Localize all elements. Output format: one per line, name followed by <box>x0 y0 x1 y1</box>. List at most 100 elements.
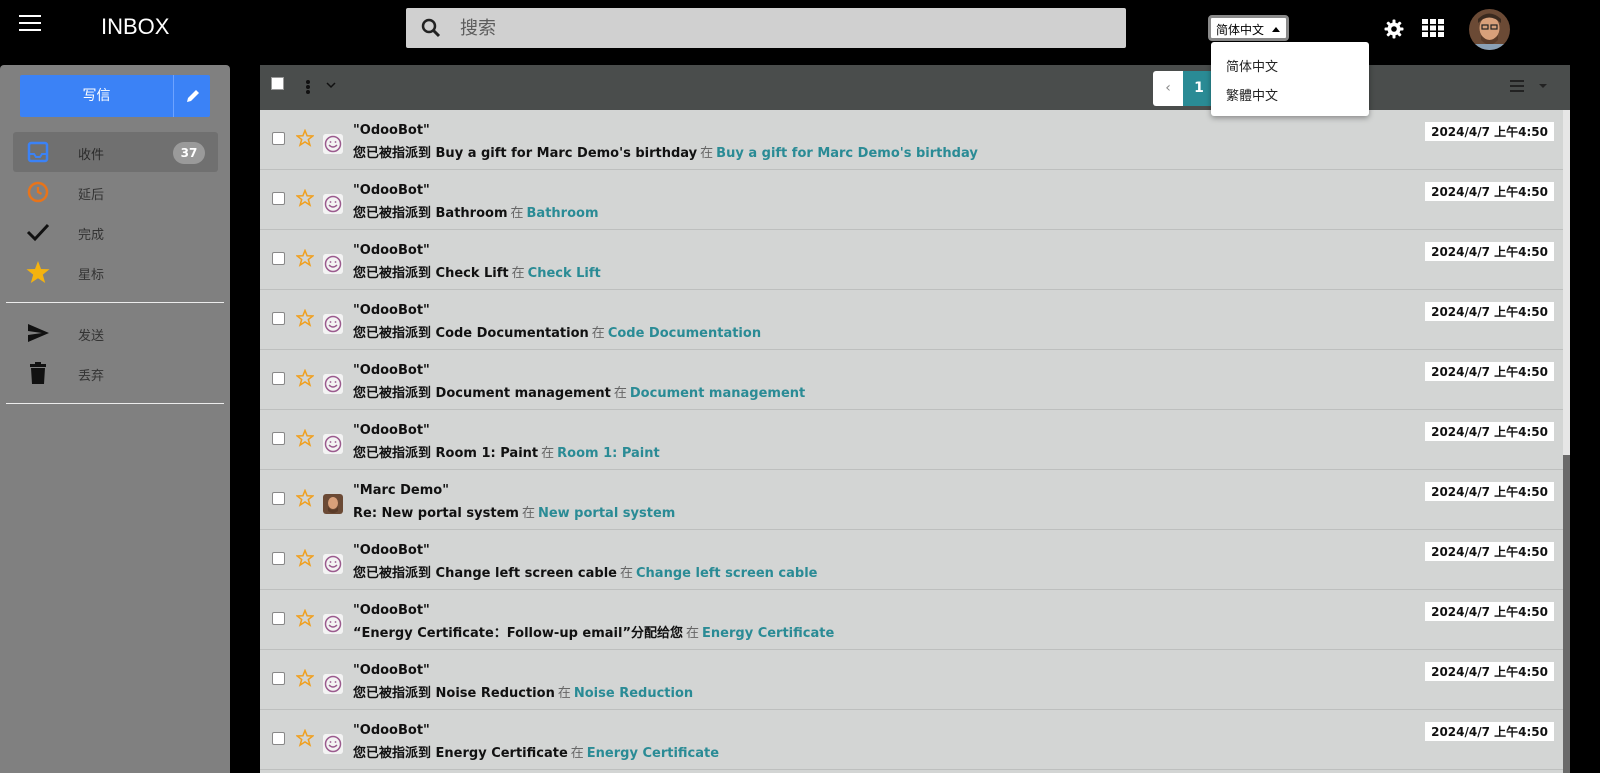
message-date: 2024/4/7 上午4:50 <box>1425 602 1554 621</box>
record-link[interactable]: Energy Certificate <box>702 626 834 641</box>
record-link[interactable]: Document management <box>630 386 805 401</box>
sidebar-item-done[interactable]: 完成 <box>13 212 218 252</box>
row-checkbox[interactable] <box>272 432 285 445</box>
message-row[interactable]: "OdooBot" 您已被指派到 Document management 在 Docu… <box>260 350 1563 410</box>
gear-icon[interactable] <box>1384 19 1404 39</box>
star-outline-icon[interactable] <box>296 729 314 747</box>
unread-count-badge: 37 <box>173 142 205 164</box>
message-row[interactable]: "OdooBot" 您已被指派到 Bathroom 在 Bathroom 2024/4/… <box>260 170 1563 230</box>
in-label: 在 <box>557 686 571 701</box>
sender-avatar <box>323 674 343 694</box>
sidebar-item-snoozed[interactable]: 延后 <box>13 172 218 212</box>
record-link[interactable]: Check Lift <box>528 266 601 281</box>
kebab-menu-icon[interactable] <box>305 79 311 99</box>
scrollbar[interactable] <box>1563 110 1570 773</box>
star-outline-icon[interactable] <box>296 129 314 147</box>
message-row[interactable]: "OdooBot" 您已被指派到 Noise Reduction 在 Noise Re… <box>260 650 1563 710</box>
row-checkbox[interactable] <box>272 372 285 385</box>
page-title: INBOX <box>101 14 170 39</box>
message-date: 2024/4/7 上午4:50 <box>1425 122 1554 141</box>
record-link[interactable]: Bathroom <box>527 206 599 221</box>
row-checkbox[interactable] <box>272 252 285 265</box>
record-link[interactable]: Energy Certificate <box>587 746 719 761</box>
scrollbar-thumb[interactable] <box>1563 455 1570 773</box>
message-subject: 您已被指派到 Check Lift 在 Check Lift <box>353 262 601 281</box>
list-view-icon[interactable] <box>1510 80 1524 92</box>
record-link[interactable]: Noise Reduction <box>574 686 693 701</box>
star-outline-icon[interactable] <box>296 309 314 327</box>
row-checkbox[interactable] <box>272 732 285 745</box>
message-subject: “Energy Certificate：Follow-up email”分配给您… <box>353 622 834 641</box>
row-checkbox[interactable] <box>272 132 285 145</box>
star-outline-icon[interactable] <box>296 429 314 447</box>
star-icon <box>26 261 50 283</box>
message-row[interactable]: "OdooBot" 您已被指派到 Change left screen cable… <box>260 530 1563 590</box>
select-all-checkbox[interactable] <box>271 77 284 90</box>
star-outline-icon[interactable] <box>296 489 314 507</box>
record-link[interactable]: Buy a gift for Marc Demo's birthday <box>716 146 978 161</box>
message-date: 2024/4/7 上午4:50 <box>1425 482 1554 501</box>
user-avatar[interactable] <box>1469 9 1510 50</box>
send-icon <box>28 324 49 342</box>
sidebar-item-label: 完成 <box>78 228 105 243</box>
message-subject: 您已被指派到 Change left screen cable 在 Change l… <box>353 562 817 581</box>
message-row[interactable]: "OdooBot" 您已被指派到 Room 1: Paint 在 Room 1: Pa… <box>260 410 1563 470</box>
message-row[interactable]: "OdooBot" 您已被指派到 Energy Certificate 在 Energ… <box>260 710 1563 770</box>
row-checkbox[interactable] <box>272 192 285 205</box>
row-checkbox[interactable] <box>272 552 285 565</box>
subject-text: “Energy Certificate：Follow-up email”分配给您 <box>353 626 684 641</box>
sender-name: "OdooBot" <box>353 363 430 378</box>
record-link[interactable]: New portal system <box>538 506 675 521</box>
compose-edit-button[interactable] <box>173 75 210 117</box>
sidebar-item-inbox[interactable]: 收件 37 <box>13 132 218 172</box>
star-outline-icon[interactable] <box>296 249 314 267</box>
star-outline-icon[interactable] <box>296 369 314 387</box>
compose-button[interactable]: 写信 <box>20 75 173 117</box>
chevron-down-icon[interactable] <box>326 81 336 89</box>
pager-prev-button[interactable]: ‹ <box>1153 71 1183 106</box>
caret-down-icon[interactable] <box>1538 83 1548 89</box>
in-label: 在 <box>521 506 535 521</box>
sender-avatar <box>323 374 343 394</box>
star-outline-icon[interactable] <box>296 669 314 687</box>
language-option-simplified[interactable]: 简体中文 <box>1226 56 1278 75</box>
sender-name: "OdooBot" <box>353 303 430 318</box>
sidebar-item-sent[interactable]: 发送 <box>13 313 218 353</box>
sidebar-item-trash[interactable]: 丢弃 <box>13 353 218 393</box>
message-row[interactable]: "OdooBot" 您已被指派到 Check Lift 在 Check Lift 202… <box>260 230 1563 290</box>
language-select[interactable]: 简体中文 <box>1208 15 1289 41</box>
message-row[interactable]: "OdooBot" 您已被指派到 Buy a gift for Marc Demo… <box>260 110 1563 170</box>
subject-text: 您已被指派到 Noise Reduction <box>353 686 555 701</box>
message-date: 2024/4/7 上午4:50 <box>1425 362 1554 381</box>
inbox-icon <box>27 141 49 163</box>
record-link[interactable]: Room 1: Paint <box>557 446 660 461</box>
sender-avatar <box>323 554 343 574</box>
language-dropdown: 简体中文 繁體中文 <box>1211 42 1369 116</box>
record-link[interactable]: Change left screen cable <box>636 566 817 581</box>
apps-grid-icon[interactable] <box>1422 19 1444 37</box>
caret-up-icon <box>1272 27 1280 32</box>
star-outline-icon[interactable] <box>296 549 314 567</box>
row-checkbox[interactable] <box>272 672 285 685</box>
star-outline-icon[interactable] <box>296 609 314 627</box>
search-bar[interactable] <box>406 8 1126 48</box>
message-row[interactable]: "OdooBot" “Energy Certificate：Follow-up e… <box>260 590 1563 650</box>
row-checkbox[interactable] <box>272 612 285 625</box>
star-outline-icon[interactable] <box>296 189 314 207</box>
message-row[interactable]: "OdooBot" 您已被指派到 Code Documentation 在 Code … <box>260 290 1563 350</box>
sender-name: "OdooBot" <box>353 543 430 558</box>
sender-name: "Marc Demo" <box>353 483 449 498</box>
language-option-traditional[interactable]: 繁體中文 <box>1226 85 1278 104</box>
menu-icon[interactable] <box>19 15 41 33</box>
subject-text: 您已被指派到 Energy Certificate <box>353 746 568 761</box>
message-row[interactable]: "Marc Demo" Re: New portal system 在 New por… <box>260 470 1563 530</box>
row-checkbox[interactable] <box>272 492 285 505</box>
record-link[interactable]: Code Documentation <box>608 326 761 341</box>
search-input[interactable] <box>460 13 1100 43</box>
sidebar-item-label: 收件 <box>78 148 105 163</box>
clock-icon <box>27 181 49 203</box>
message-subject: 您已被指派到 Room 1: Paint 在 Room 1: Paint <box>353 442 660 461</box>
sidebar-item-starred[interactable]: 星标 <box>13 252 218 292</box>
sender-name: "OdooBot" <box>353 663 430 678</box>
row-checkbox[interactable] <box>272 312 285 325</box>
